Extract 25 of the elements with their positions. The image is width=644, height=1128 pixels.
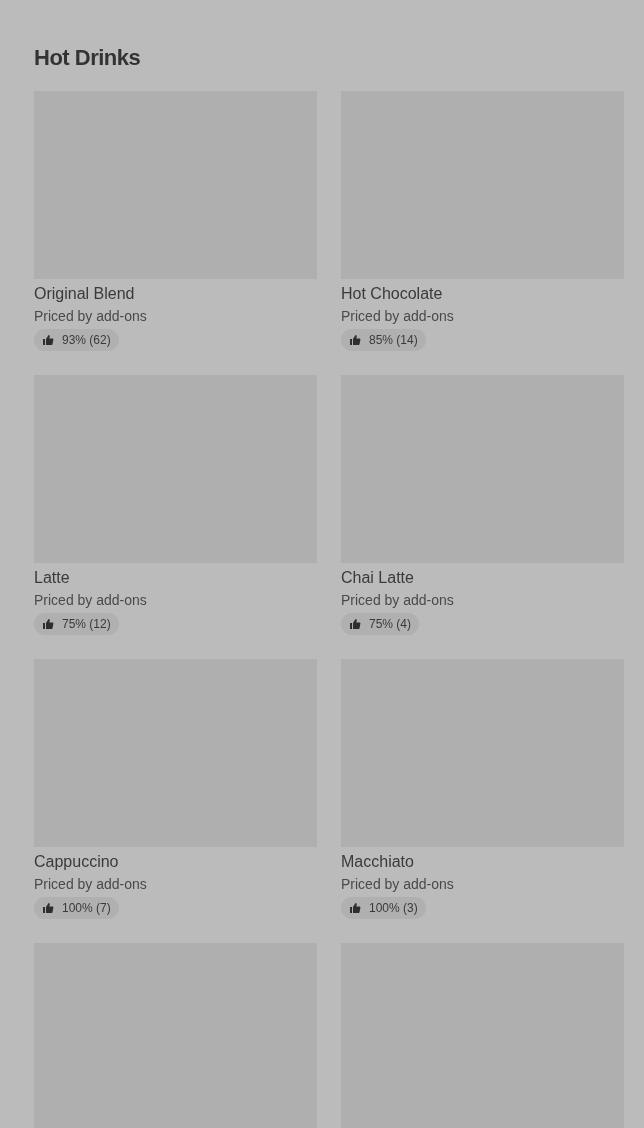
rating-text: 100% (7) [62, 900, 111, 917]
price-note: Priced by add-ons [341, 875, 455, 893]
rating-text: 100% (3) [369, 900, 418, 917]
thumbs-up-icon [349, 334, 361, 346]
rating-text: 75% (4) [369, 616, 412, 633]
rating-text: 93% (62) [62, 332, 111, 349]
thumbs-up-icon [349, 618, 361, 630]
price-note: Priced by add-ons [34, 591, 148, 609]
thumbs-up-icon [42, 618, 54, 630]
rating-text: 85% (14) [369, 332, 418, 349]
product-name[interactable]: Latte [34, 568, 317, 588]
price-note: Priced by add-ons [34, 875, 148, 893]
thumbs-up-icon [42, 902, 54, 914]
thumbs-up-icon [349, 902, 361, 914]
thumbs-up-icon [42, 334, 54, 346]
product-name[interactable]: Macchiato [341, 852, 624, 872]
section-title: Hot Drinks [34, 44, 142, 72]
product-name[interactable]: Chai Latte [341, 568, 624, 588]
price-note: Priced by add-ons [341, 591, 455, 609]
product-name[interactable]: Hot Chocolate [341, 284, 624, 304]
product-name[interactable]: Cappuccino [34, 852, 317, 872]
rating-text: 75% (12) [62, 616, 111, 633]
price-note: Priced by add-ons [34, 307, 148, 325]
product-name[interactable]: Original Blend [34, 284, 317, 304]
price-note: Priced by add-ons [341, 307, 455, 325]
